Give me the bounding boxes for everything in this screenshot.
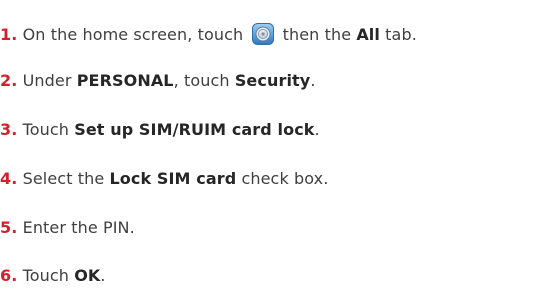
step-text: check box. bbox=[236, 169, 329, 188]
step-number: 5. bbox=[0, 218, 18, 237]
step-6: 6. Touch OK. bbox=[0, 265, 106, 287]
step-text: tab. bbox=[379, 25, 417, 44]
instruction-steps: 1. On the home screen, touch then the Al… bbox=[0, 0, 542, 303]
step-text: Under bbox=[17, 71, 77, 90]
settings-gear-icon bbox=[252, 23, 275, 45]
step-number: 6. bbox=[0, 266, 18, 285]
step-text: . bbox=[100, 266, 106, 285]
sim-card-lock-label: Set up SIM/RUIM card lock bbox=[74, 120, 315, 139]
step-text: On the home screen, touch bbox=[17, 25, 249, 44]
step-4: 4. Select the Lock SIM card check box. bbox=[0, 168, 328, 190]
personal-section-label: PERSONAL bbox=[76, 71, 174, 90]
security-label: Security bbox=[234, 71, 311, 90]
step-3: 3. Touch Set up SIM/RUIM card lock. bbox=[0, 119, 320, 141]
step-text: Touch bbox=[17, 266, 75, 285]
step-text: Select the bbox=[17, 169, 110, 188]
step-number: 1. bbox=[0, 25, 18, 44]
step-text: . bbox=[310, 71, 316, 90]
step-1: 1. On the home screen, touch then the Al… bbox=[0, 23, 417, 46]
step-text: . bbox=[314, 120, 320, 139]
step-number: 4. bbox=[0, 169, 18, 188]
ok-label: OK bbox=[74, 266, 101, 285]
step-5: 5. Enter the PIN. bbox=[0, 217, 135, 239]
step-text: Touch bbox=[17, 120, 75, 139]
step-text: , touch bbox=[173, 71, 235, 90]
step-2: 2. Under PERSONAL, touch Security. bbox=[0, 70, 316, 92]
tab-all-label: All bbox=[356, 25, 380, 44]
step-number: 2. bbox=[0, 71, 18, 90]
step-text: then the bbox=[277, 25, 357, 44]
step-text: Enter the PIN. bbox=[17, 218, 135, 237]
lock-sim-card-label: Lock SIM card bbox=[109, 169, 237, 188]
step-number: 3. bbox=[0, 120, 18, 139]
